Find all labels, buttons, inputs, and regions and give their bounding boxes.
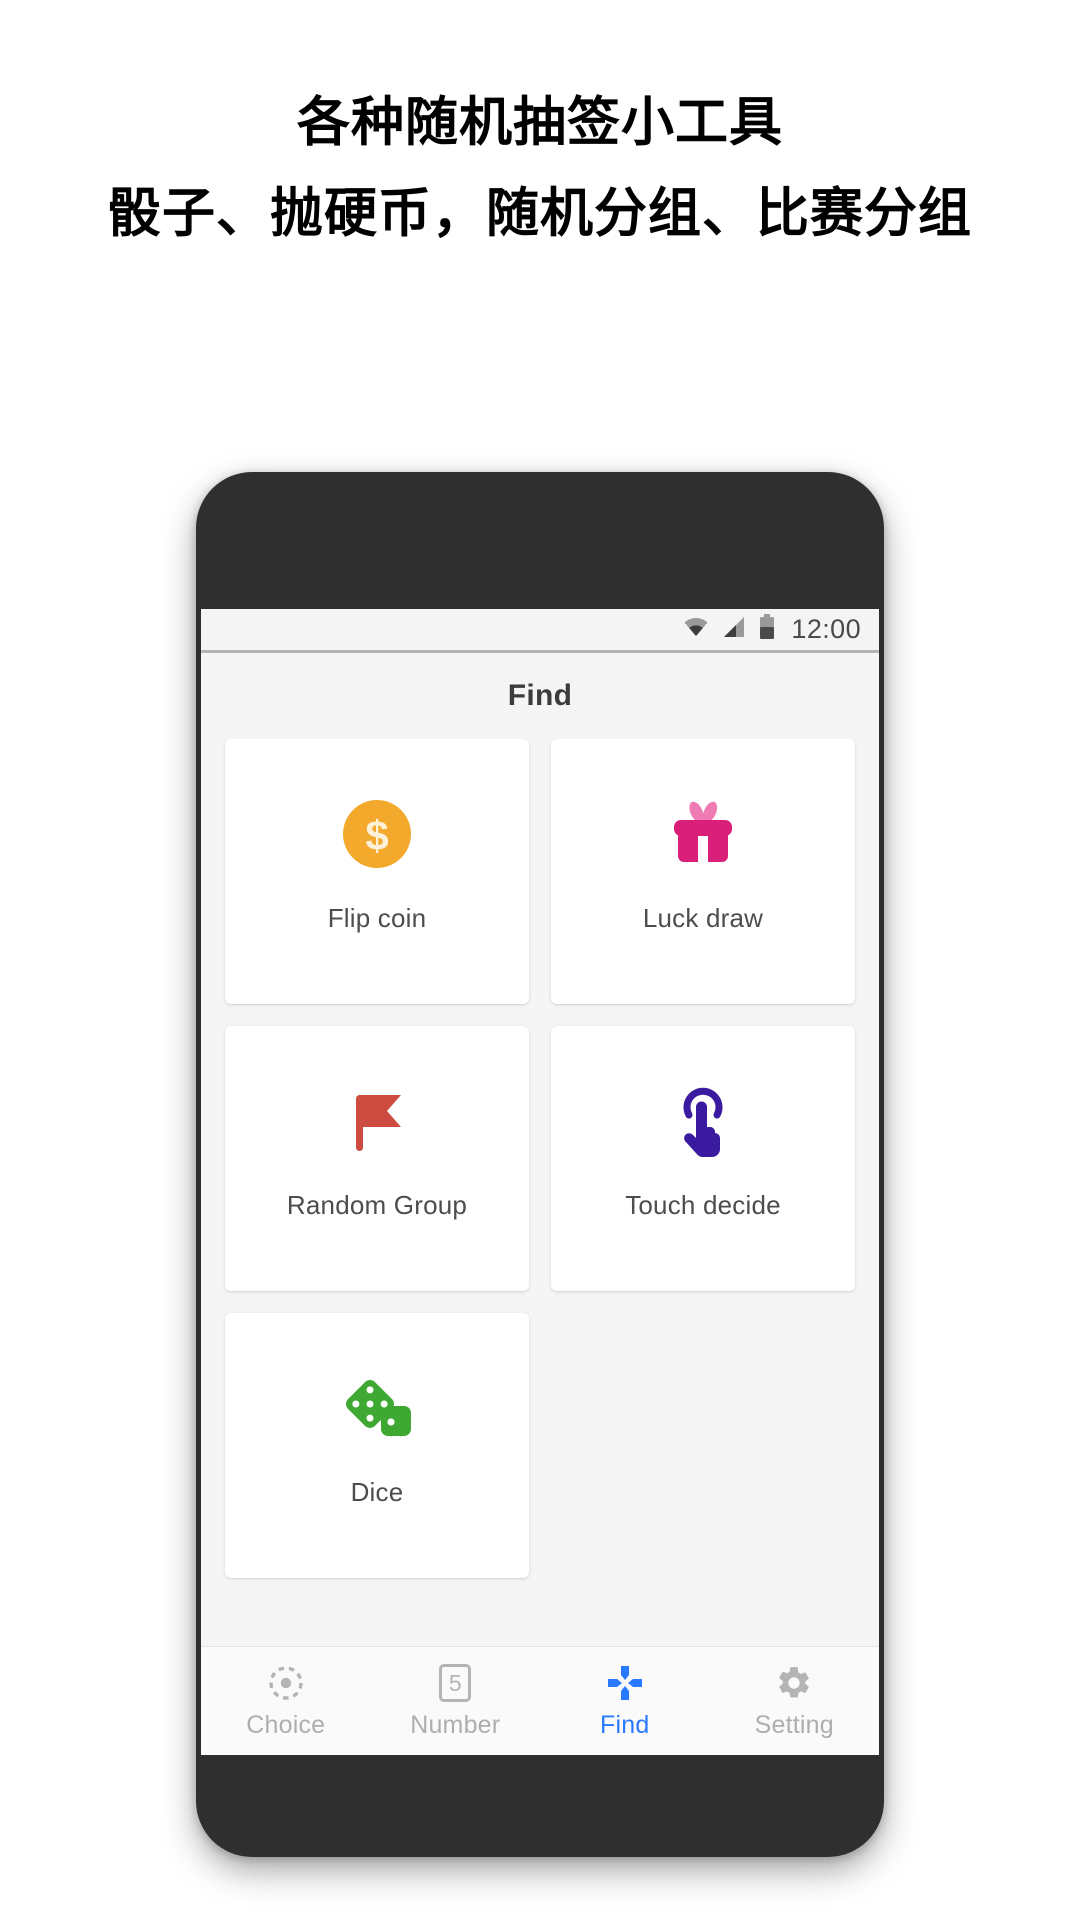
nav-item-label: Find bbox=[600, 1711, 650, 1739]
promo-subtitle: 骰子、抛硬币，随机分组、比赛分组 bbox=[108, 183, 972, 243]
dice-icon bbox=[334, 1365, 420, 1451]
number-five-icon: 5 bbox=[434, 1662, 476, 1704]
nav-item-label: Number bbox=[410, 1711, 501, 1739]
promo-header: 各种随机抽签小工具 骰子、抛硬币，随机分组、比赛分组 bbox=[0, 0, 1080, 250]
nav-item-label: Setting bbox=[754, 1711, 834, 1739]
status-bar-time: 12:00 bbox=[791, 614, 861, 644]
nav-item-number[interactable]: 5 Number bbox=[371, 1662, 541, 1740]
coin-icon: $ bbox=[334, 791, 420, 877]
tool-card-flip-coin[interactable]: $ Flip coin bbox=[225, 739, 529, 1004]
svg-text:$: $ bbox=[365, 812, 388, 859]
tool-card-luck-draw[interactable]: Luck draw bbox=[551, 739, 855, 1004]
promo-title: 各种随机抽签小工具 bbox=[297, 93, 783, 152]
tool-card-label: Random Group bbox=[286, 1190, 468, 1220]
gear-icon bbox=[773, 1662, 815, 1704]
status-bar-icons bbox=[683, 614, 775, 645]
bottom-navigation: Choice 5 Number Find Setting bbox=[201, 1646, 879, 1755]
status-bar: 12:00 bbox=[201, 609, 879, 653]
nav-item-choice[interactable]: Choice bbox=[201, 1662, 371, 1740]
tool-card-label: Touch decide bbox=[625, 1190, 781, 1220]
gift-icon bbox=[660, 791, 746, 877]
page-title: Find bbox=[507, 679, 573, 712]
signal-icon bbox=[722, 616, 746, 643]
app-bar: Find bbox=[201, 653, 879, 739]
tool-card-dice[interactable]: Dice bbox=[225, 1313, 529, 1578]
wifi-icon bbox=[683, 617, 709, 642]
tool-card-random-group[interactable]: Random Group bbox=[225, 1026, 529, 1291]
target-icon bbox=[265, 1662, 307, 1704]
grid-empty-slot bbox=[551, 1313, 855, 1578]
flag-icon bbox=[334, 1078, 420, 1164]
number-badge: 5 bbox=[448, 1669, 462, 1696]
phone-mockup: 12:00 Find $ Flip coin Luck draw Random … bbox=[196, 472, 884, 1857]
tool-card-label: Flip coin bbox=[327, 903, 427, 933]
nav-item-find[interactable]: Find bbox=[540, 1662, 710, 1740]
tool-card-touch-decide[interactable]: Touch decide bbox=[551, 1026, 855, 1291]
tool-card-label: Luck draw bbox=[642, 903, 764, 933]
explore-icon bbox=[604, 1662, 646, 1704]
touch-icon bbox=[660, 1078, 746, 1164]
tools-grid: $ Flip coin Luck draw Random Group Touch… bbox=[201, 739, 879, 1646]
tool-card-label: Dice bbox=[350, 1477, 404, 1507]
phone-screen: 12:00 Find $ Flip coin Luck draw Random … bbox=[201, 609, 879, 1755]
nav-item-label: Choice bbox=[246, 1711, 326, 1739]
battery-icon bbox=[759, 614, 775, 645]
nav-item-setting[interactable]: Setting bbox=[710, 1662, 880, 1740]
